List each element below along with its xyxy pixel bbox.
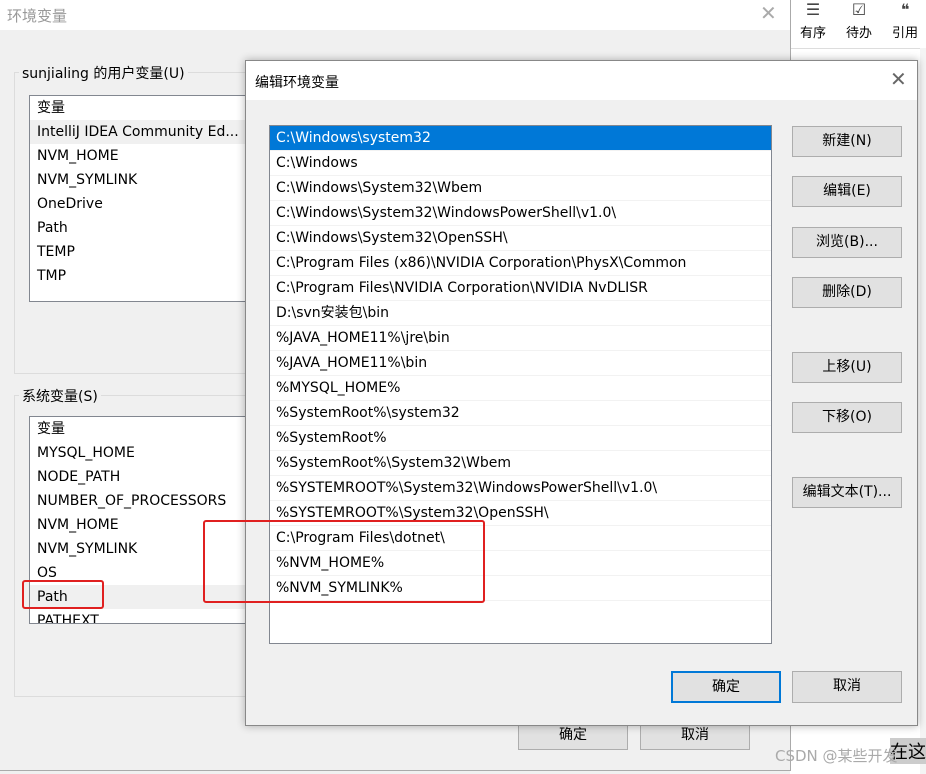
path-item[interactable]: %SystemRoot% [270, 426, 771, 451]
edit-environment-variable-dialog: 编辑环境变量 ✕ C:\Windows\system32 C:\Windows C:… [245, 60, 918, 726]
column-header-variable[interactable]: 变量 [30, 96, 270, 120]
ordered-list-icon: ☰ [805, 0, 821, 19]
toolbar-label: 待办 [846, 26, 873, 41]
path-item[interactable]: C:\Program Files\NVIDIA Corporation\NVID… [270, 276, 771, 301]
browse-button[interactable]: 浏览(B)... [792, 227, 902, 258]
column-header-variable[interactable]: 变量 [30, 417, 270, 441]
quote-icon: ❝ [900, 0, 910, 19]
list-item[interactable]: IntelliJ IDEA Community Ed... [30, 120, 270, 144]
path-item[interactable]: C:\Windows\System32\Wbem [270, 176, 771, 201]
path-item[interactable]: C:\Program Files (x86)\NVIDIA Corporatio… [270, 251, 771, 276]
path-item[interactable]: %SystemRoot%\System32\Wbem [270, 451, 771, 476]
path-item[interactable]: C:\Windows\System32\OpenSSH\ [270, 226, 771, 251]
window-title: 环境变量 [7, 7, 68, 25]
list-item[interactable]: MYSQL_HOME [30, 441, 270, 465]
list-item[interactable]: OneDrive [30, 192, 270, 216]
path-item[interactable]: C:\Windows [270, 151, 771, 176]
path-item[interactable]: D:\svn安装包\bin [270, 301, 771, 326]
path-item[interactable]: %JAVA_HOME11%\bin [270, 351, 771, 376]
toolbar-todo-list[interactable]: ☑ 待办 [846, 0, 872, 41]
edit-text-button[interactable]: 编辑文本(T)... [792, 477, 902, 508]
dialog-title: 编辑环境变量 [255, 75, 339, 91]
user-variables-label: sunjialing 的用户变量(U) [19, 63, 188, 83]
list-item[interactable]: NVM_HOME [30, 144, 270, 168]
title-bar: 编辑环境变量 ✕ [246, 61, 917, 100]
toolbar-ordered-list[interactable]: ☰ 有序 [800, 0, 826, 41]
list-item[interactable]: TEMP [30, 240, 270, 264]
highlight-box [203, 520, 485, 603]
list-item[interactable]: NODE_PATH [30, 465, 270, 489]
edit-button[interactable]: 编辑(E) [792, 176, 902, 207]
path-item[interactable]: %SYSTEMROOT%\System32\WindowsPowerShell\… [270, 476, 771, 501]
path-item[interactable]: %SystemRoot%\system32 [270, 401, 771, 426]
close-icon[interactable]: ✕ [890, 67, 907, 91]
move-down-button[interactable]: 下移(O) [792, 402, 902, 433]
delete-button[interactable]: 删除(D) [792, 277, 902, 308]
highlight-box [22, 580, 104, 609]
new-button[interactable]: 新建(N) [792, 126, 902, 157]
move-up-button[interactable]: 上移(U) [792, 352, 902, 383]
todo-list-icon: ☑ [851, 0, 867, 19]
path-item[interactable]: %JAVA_HOME11%\jre\bin [270, 326, 771, 351]
system-variables-label: 系统变量(S) [19, 386, 101, 406]
path-item[interactable]: C:\Windows\System32\WindowsPowerShell\v1… [270, 201, 771, 226]
list-item[interactable]: Path [30, 216, 270, 240]
close-icon[interactable]: ✕ [760, 1, 777, 25]
path-item[interactable]: %MYSQL_HOME% [270, 376, 771, 401]
watermark: CSDN @某些开发 [775, 747, 898, 765]
title-bar: 环境变量 ✕ [0, 0, 790, 30]
path-item[interactable]: C:\Windows\system32 [270, 126, 771, 151]
toolbar-label: 引用 [892, 26, 919, 41]
list-item[interactable]: PATHEXT [30, 609, 270, 623]
user-variables-list[interactable]: 变量 IntelliJ IDEA Community Ed... NVM_HOME… [29, 95, 271, 302]
toolbar-quote[interactable]: ❝ 引用 [892, 0, 918, 41]
cancel-button[interactable]: 取消 [792, 671, 902, 703]
ok-button[interactable]: 确定 [671, 671, 781, 703]
list-item[interactable]: TMP [30, 264, 270, 288]
list-item[interactable]: NVM_SYMLINK [30, 168, 270, 192]
list-item[interactable]: NUMBER_OF_PROCESSORS [30, 489, 270, 513]
toolbar-label: 有序 [800, 26, 827, 41]
